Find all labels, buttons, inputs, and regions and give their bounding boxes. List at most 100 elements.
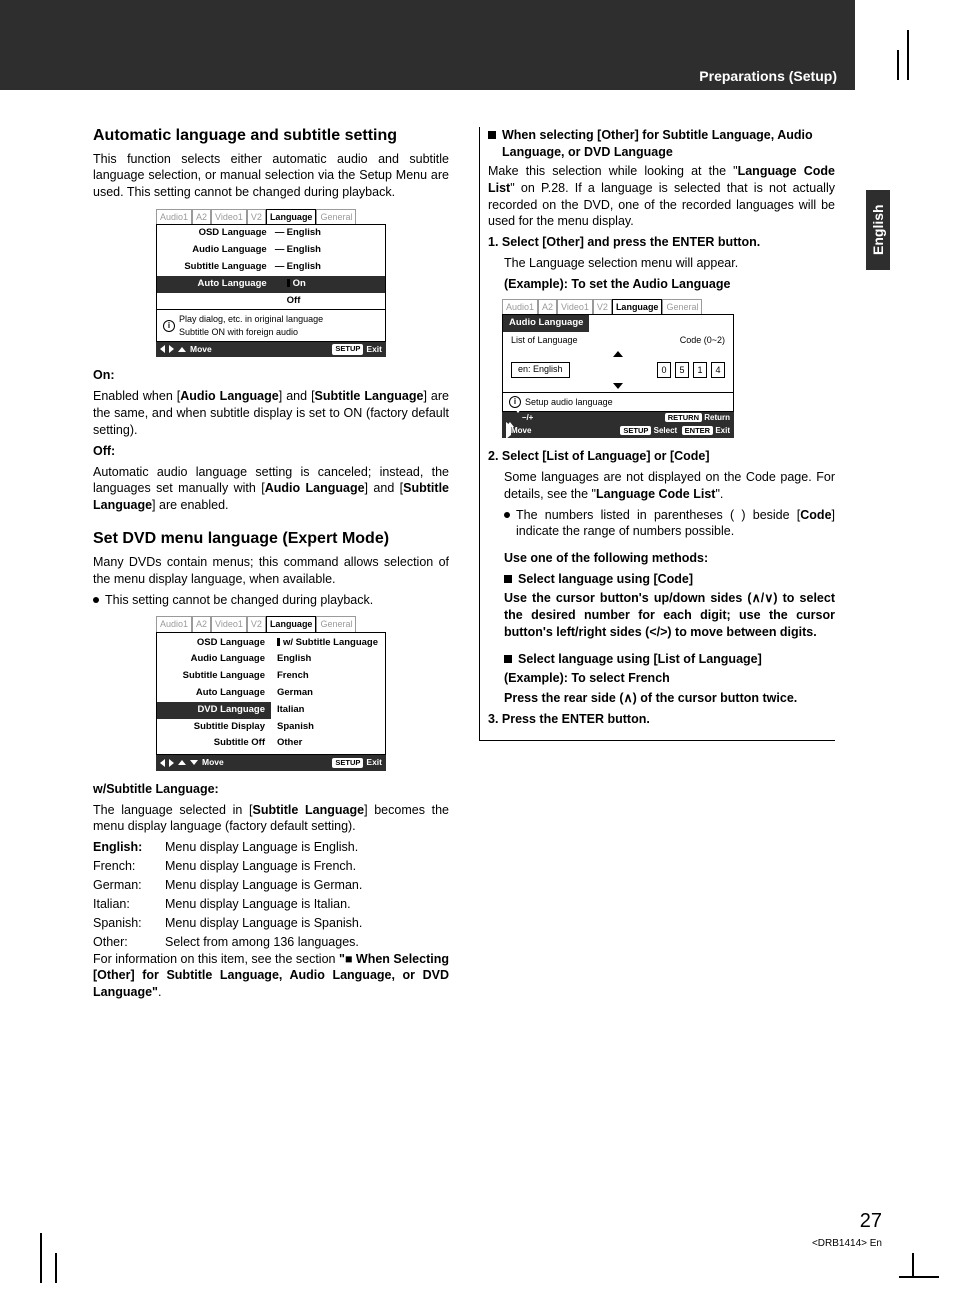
- osd-sep: —: [273, 227, 287, 240]
- osd-value: English: [271, 651, 385, 668]
- osd-auto-language: Audio1 A2 Video1 V2 Language General OSD…: [156, 209, 386, 357]
- crop-mark-icon: [0, 1223, 80, 1313]
- osd-label: Auto Language: [157, 685, 271, 702]
- osd-tab: Video1: [557, 299, 593, 314]
- step-1-sub: The Language selection menu will appear.: [504, 255, 835, 272]
- heading-other: When selecting [Other] for Subtitle Lang…: [502, 127, 835, 161]
- osd-foot-label: Select: [654, 426, 678, 435]
- osd-tab: Audio1: [156, 209, 192, 224]
- def-val: Select from among 136 languages.: [165, 934, 449, 951]
- up-arrow-icon: [613, 351, 623, 357]
- digit: 0: [657, 362, 671, 378]
- section-heading: When selecting [Other] for Subtitle Lang…: [488, 127, 835, 161]
- def-key: Italian:: [93, 896, 165, 913]
- enter-pill: ENTER: [682, 426, 713, 435]
- bullet-icon: [93, 597, 99, 603]
- step-2-text: Some languages are not displayed on the …: [504, 469, 835, 503]
- tail-text: For information on this item, see the se…: [93, 951, 449, 1002]
- square-bullet-icon: [504, 575, 512, 583]
- osd-label: Subtitle Language: [157, 668, 271, 685]
- osd-dvd-language: Audio1 A2 Video1 V2 Language General OSD…: [156, 616, 386, 770]
- step-3: 3. Press the ENTER button.: [488, 711, 835, 728]
- osd-label: Audio Language: [163, 244, 273, 257]
- step-1-example: (Example): To set the Audio Language: [504, 276, 835, 293]
- osd-value: English: [287, 261, 321, 274]
- osd-tab-active: Language: [266, 616, 317, 631]
- osd-tab: A2: [192, 616, 211, 631]
- return-pill: RETURN: [665, 413, 702, 422]
- up-arrow-icon: [178, 347, 186, 352]
- digit: 4: [711, 362, 725, 378]
- osd-label: OSD Language: [163, 227, 273, 240]
- bullet-item: The numbers listed in parentheses ( ) be…: [504, 507, 835, 541]
- osd-foot-label: Exit: [366, 344, 382, 355]
- page-number: 27: [860, 1210, 882, 1233]
- def-val: Menu display Language is Spanish.: [165, 915, 449, 932]
- heading-auto-language: Automatic language and subtitle setting: [93, 125, 449, 147]
- def-val: Menu display Language is English.: [165, 839, 449, 856]
- down-arrow-icon: [613, 383, 623, 389]
- def-val: Menu display Language is French.: [165, 858, 449, 875]
- osd-body: OSD Language—English Audio Language—Engl…: [156, 224, 386, 341]
- osd-label-selected: DVD Language: [157, 702, 271, 719]
- method-heading: Select language using [List of Language]: [518, 651, 762, 668]
- on-text: Enabled when [Audio Language] and [Subti…: [93, 388, 449, 439]
- osd-label: Subtitle Display: [157, 719, 271, 736]
- osd-label: OSD Language: [157, 635, 271, 652]
- osd-tab: Video1: [211, 209, 247, 224]
- off-text: Automatic audio language setting is canc…: [93, 464, 449, 515]
- osd-value: English: [287, 227, 321, 240]
- osd-tab: V2: [247, 209, 266, 224]
- osd-tab-active: Language: [612, 299, 663, 314]
- osd-value: German: [271, 685, 385, 702]
- osd-tab: Audio1: [502, 299, 538, 314]
- heading-dvd-menu-language: Set DVD menu language (Expert Mode): [93, 528, 449, 550]
- bullet-text: The numbers listed in parentheses ( ) be…: [516, 507, 835, 541]
- osd-body: OSD Languagew/ Subtitle Language Audio L…: [156, 632, 386, 756]
- osd-tabs: Audio1 A2 Video1 V2 Language General: [502, 299, 734, 314]
- osd-foot-label: Exit: [715, 426, 730, 435]
- osd-tab: Audio1: [156, 616, 192, 631]
- osd-tab: General: [662, 299, 702, 314]
- def-key: German:: [93, 877, 165, 894]
- setup-pill: SETUP: [620, 426, 651, 435]
- def-val: Menu display Language is German.: [165, 877, 449, 894]
- osd-code-label: Code (0~2): [680, 334, 725, 346]
- square-bullet-icon: [488, 131, 496, 139]
- method-heading: Select language using [Code]: [518, 571, 693, 588]
- osd-tab-active: Language: [266, 209, 317, 224]
- setup-pill: SETUP: [332, 758, 363, 768]
- def-key: French:: [93, 858, 165, 875]
- other-intro: Make this selection while looking at the…: [488, 163, 835, 231]
- osd-info-line: Subtitle ON with foreign audio: [179, 326, 323, 338]
- code-digits: 0 5 1 4: [657, 362, 725, 378]
- osd-value: Italian: [271, 702, 385, 719]
- def-key: Spanish:: [93, 915, 165, 932]
- osd-info: i Play dialog, etc. in original language…: [157, 309, 385, 340]
- def-val: Menu display Language is Italian.: [165, 896, 449, 913]
- dvd-menu-intro: Many DVDs contain menus; this command al…: [93, 554, 449, 588]
- osd-list-label: List of Language: [511, 334, 578, 346]
- digit: 1: [693, 362, 707, 378]
- osd-tab: V2: [247, 616, 266, 631]
- osd-tab: A2: [192, 209, 211, 224]
- on-label: On:: [93, 368, 115, 382]
- crop-mark-icon: [874, 0, 954, 90]
- setup-pill: SETUP: [332, 344, 363, 354]
- bullet-text: This setting cannot be changed during pl…: [105, 592, 373, 609]
- section-title: Preparations (Setup): [699, 68, 837, 84]
- osd-tab: Video1: [211, 616, 247, 631]
- osd-footer: Move SETUPExit: [156, 342, 386, 357]
- osd-label: Audio Language: [157, 651, 271, 668]
- method-list-body: Press the rear side (∧) of the cursor bu…: [504, 690, 835, 707]
- right-arrow-icon: [169, 345, 174, 353]
- info-icon: i: [163, 320, 175, 332]
- intro-text: This function selects either automatic a…: [93, 151, 449, 202]
- right-bordered-box: When selecting [Other] for Subtitle Lang…: [479, 127, 835, 741]
- osd-tabs: Audio1 A2 Video1 V2 Language General: [156, 616, 386, 631]
- off-label: Off:: [93, 444, 115, 458]
- osd-foot-label: –/+: [522, 413, 533, 422]
- step-1: 1. Select [Other] and press the ENTER bu…: [488, 234, 835, 251]
- osd-label: Subtitle Off: [157, 735, 271, 752]
- language-definition-list: English:Menu display Language is English…: [93, 839, 449, 950]
